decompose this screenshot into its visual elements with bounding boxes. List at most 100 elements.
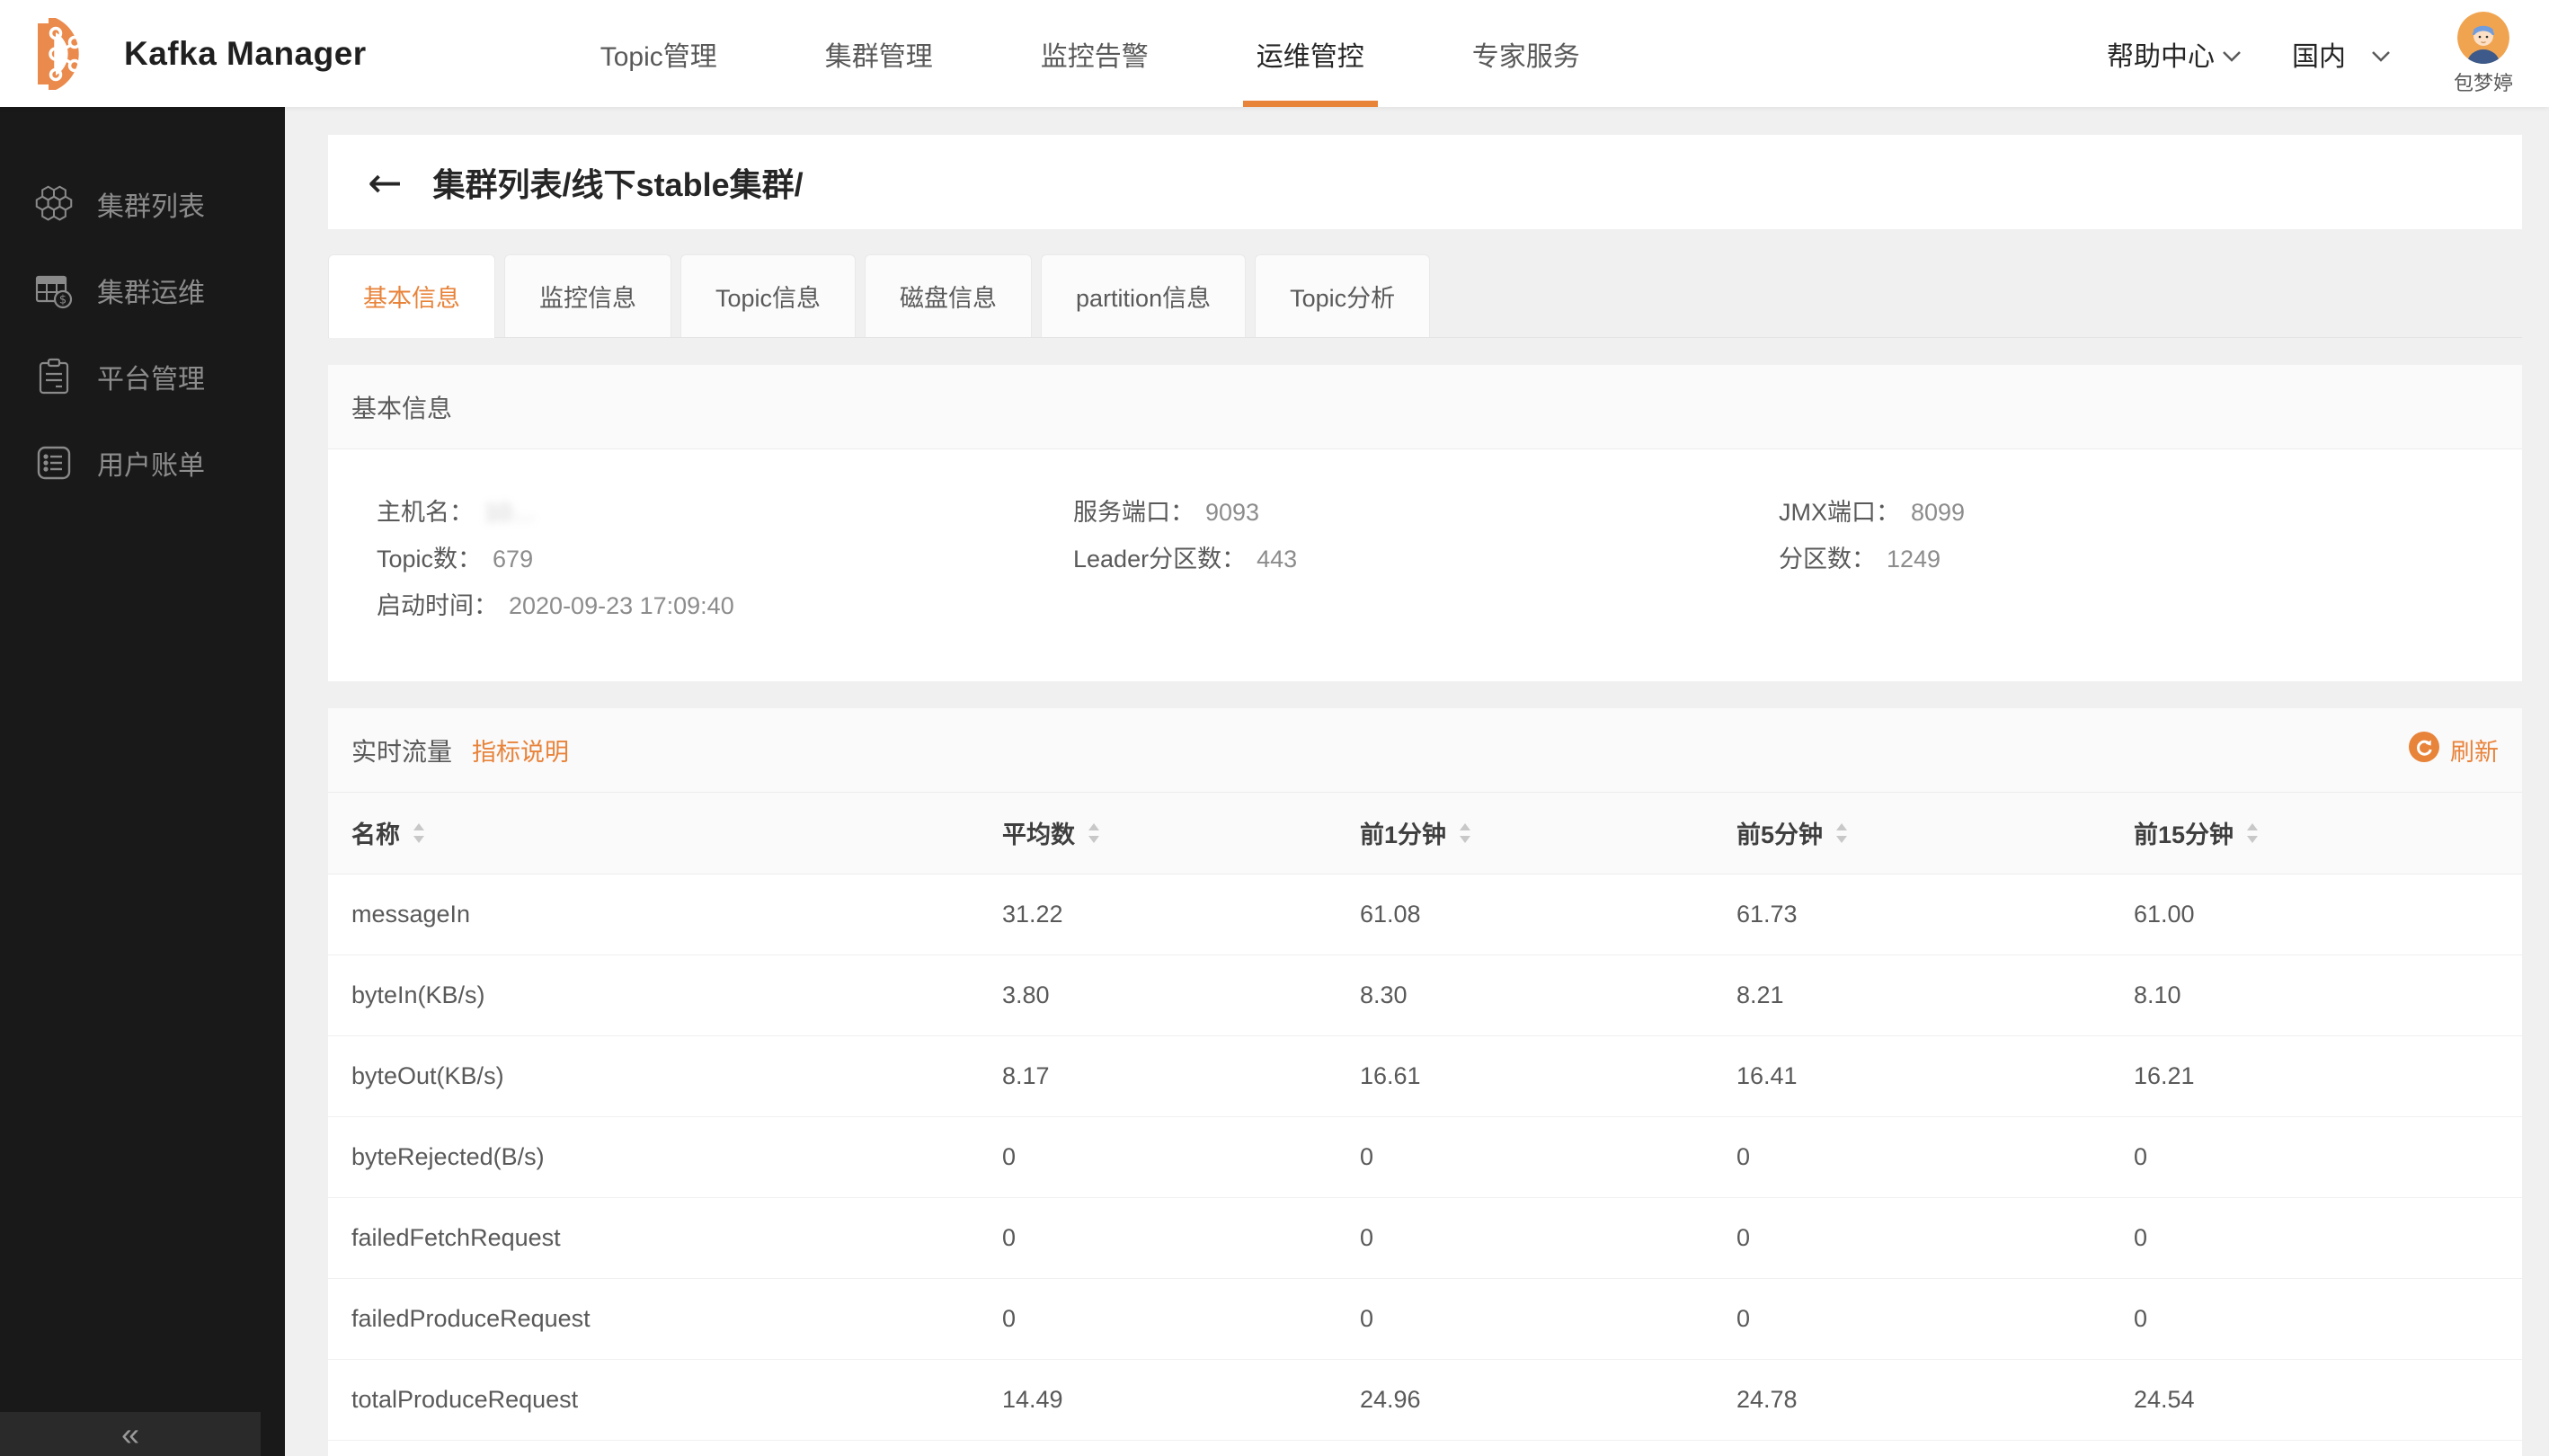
metric-value-cell: 0 <box>1360 1278 1736 1359</box>
metric-value-cell: 16.41 <box>1736 1035 2134 1116</box>
table-row: byteOut(KB/s)8.1716.6116.4116.21 <box>328 1035 2522 1116</box>
metric-value-cell: 16.21 <box>2134 1035 2522 1116</box>
sort-caret-icon[interactable] <box>1835 822 1848 844</box>
sort-caret-icon[interactable] <box>2246 822 2259 844</box>
help-center-label: 帮助中心 <box>2107 34 2215 74</box>
nav-cluster-management[interactable]: 集群管理 <box>771 0 987 107</box>
svg-text:$: $ <box>59 294 67 307</box>
metric-name-cell: messageIn <box>328 874 1002 954</box>
metric-value-cell: 0 <box>2134 1116 2522 1197</box>
metric-value-cell: 0 <box>1736 1116 2134 1197</box>
metric-name-cell: byteRejected(B/s) <box>328 1116 1002 1197</box>
sidebar-menu: 集群列表 $集群运维平台管理用户账单 <box>0 161 285 506</box>
list-box-icon <box>34 443 74 483</box>
honeycomb-icon <box>34 184 74 224</box>
tab-partition-info[interactable]: partition信息 <box>1041 254 1246 337</box>
metric-value-cell: 0 <box>2134 1197 2522 1278</box>
table-dollar-icon: $ <box>34 271 74 310</box>
field-value: 1249 <box>1887 536 1941 582</box>
field-value: 2020-09-23 17:09:40 <box>509 582 734 629</box>
tab-monitor-info[interactable]: 监控信息 <box>504 254 671 337</box>
refresh-button[interactable]: 刷新 <box>2409 732 2499 768</box>
collapse-icon: « <box>121 1416 139 1453</box>
field-value: 443 <box>1257 536 1297 582</box>
field-value: 679 <box>493 536 533 582</box>
column-header-前1分钟[interactable]: 前1分钟 <box>1360 793 1736 874</box>
metric-value-cell: 0 <box>1736 1197 2134 1278</box>
nav-expert-service[interactable]: 专家服务 <box>1418 0 1634 107</box>
metric-value-cell: 0 <box>1002 1116 1360 1197</box>
field-start-time: 启动时间：2020-09-23 17:09:40 <box>377 582 1073 629</box>
metric-value-cell: 24.96 <box>1360 1359 1736 1440</box>
chevron-down-icon <box>2371 50 2391 63</box>
kafka-manager-logo-icon <box>14 11 101 97</box>
back-arrow-icon[interactable]: ← <box>368 162 403 203</box>
tab-basic-info[interactable]: 基本信息 <box>328 254 495 337</box>
refresh-icon <box>2409 732 2439 768</box>
table-row: byteIn(KB/s)3.808.308.218.10 <box>328 954 2522 1035</box>
column-header-inner: 前1分钟 <box>1360 815 1471 850</box>
metric-value-cell: 24.54 <box>2134 1359 2522 1440</box>
help-center-menu[interactable]: 帮助中心 <box>2107 34 2242 74</box>
metric-name-cell: totalFetchRequest <box>328 1440 1002 1456</box>
refresh-label: 刷新 <box>2450 732 2499 768</box>
metric-value-cell: 31.22 <box>1002 874 1360 954</box>
metric-name-cell: failedFetchRequest <box>328 1197 1002 1278</box>
metric-value-cell: 8.17 <box>1002 1035 1360 1116</box>
page-title: 集群列表/线下stable集群/ <box>433 159 804 206</box>
metric-value-cell: 0 <box>1736 1278 2134 1359</box>
metric-value-cell: 61.08 <box>1360 874 1736 954</box>
field-label: 启动时间： <box>377 582 498 629</box>
realtime-metrics-table: 名称平均数前1分钟前5分钟前15分钟 messageIn31.2261.0861… <box>328 793 2522 1456</box>
region-selector[interactable]: 国内 <box>2292 34 2391 74</box>
sort-caret-icon[interactable] <box>1088 822 1100 844</box>
metric-value-cell: 24.78 <box>1736 1359 2134 1440</box>
metric-description-link[interactable]: 指标说明 <box>472 732 569 768</box>
chevron-down-icon <box>2222 50 2242 63</box>
sidebar-item-platform-management[interactable]: 平台管理 <box>0 333 285 420</box>
nav-monitor-alert[interactable]: 监控告警 <box>987 0 1203 107</box>
metric-value-cell: 21228.01 <box>2134 1440 2522 1456</box>
column-header-平均数[interactable]: 平均数 <box>1002 793 1360 874</box>
sidebar-item-label: 平台管理 <box>97 357 205 396</box>
basic-info-header: 基本信息 <box>328 365 2522 449</box>
realtime-traffic-title: 实时流量 <box>351 732 452 768</box>
column-header-名称[interactable]: 名称 <box>328 793 1002 874</box>
sort-caret-icon[interactable] <box>1459 822 1471 844</box>
metric-name-cell: byteIn(KB/s) <box>328 954 1002 1035</box>
sidebar-item-user-billing[interactable]: 用户账单 <box>0 420 285 506</box>
metric-value-cell: 0 <box>1360 1116 1736 1197</box>
column-header-前5分钟[interactable]: 前5分钟 <box>1736 793 2134 874</box>
user-menu[interactable]: 包梦婷 <box>2454 12 2513 96</box>
field-label: 服务端口： <box>1073 489 1195 536</box>
sidebar-collapse-button[interactable]: « <box>0 1412 261 1456</box>
nav-topic-management[interactable]: Topic管理 <box>546 0 771 107</box>
field-value: 9093 <box>1205 489 1259 536</box>
sidebar-item-cluster-list[interactable]: 集群列表 <box>0 161 285 247</box>
nav-ops-control[interactable]: 运维管控 <box>1203 0 1418 107</box>
metric-name-cell: byteOut(KB/s) <box>328 1035 1002 1116</box>
tab-topic-analysis[interactable]: Topic分析 <box>1255 254 1430 337</box>
basic-info-body: 主机名：10…服务端口：9093JMX端口：8099Topic数：679Lead… <box>328 449 2522 681</box>
username: 包梦婷 <box>2454 67 2513 96</box>
metric-value-cell: 61.73 <box>1736 874 2134 954</box>
tab-topic-info[interactable]: Topic信息 <box>680 254 856 337</box>
metric-value-cell: 3.80 <box>1002 954 1360 1035</box>
avatar[interactable] <box>2457 12 2509 64</box>
tab-disk-info[interactable]: 磁盘信息 <box>865 254 1032 337</box>
field-topic-count: Topic数：679 <box>377 536 1073 582</box>
metric-value-cell: 21401.62 <box>1736 1440 2134 1456</box>
table-row: failedProduceRequest0000 <box>328 1278 2522 1359</box>
header-right: 帮助中心 国内 包梦婷 <box>2107 12 2549 96</box>
metric-value-cell: 8.30 <box>1360 954 1736 1035</box>
sort-caret-icon[interactable] <box>413 822 425 844</box>
metric-name-cell: failedProduceRequest <box>328 1278 1002 1359</box>
column-label: 平均数 <box>1002 815 1075 850</box>
metric-value-cell: 61.00 <box>2134 874 2522 954</box>
sidebar-item-label: 集群列表 <box>97 184 205 224</box>
metric-value-cell: 16.61 <box>1360 1035 1736 1116</box>
column-header-前15分钟[interactable]: 前15分钟 <box>2134 793 2522 874</box>
column-header-inner: 名称 <box>351 815 425 850</box>
tab-bar: 基本信息监控信息Topic信息磁盘信息partition信息Topic分析 <box>328 254 2522 338</box>
sidebar-item-cluster-ops[interactable]: $集群运维 <box>0 247 285 333</box>
